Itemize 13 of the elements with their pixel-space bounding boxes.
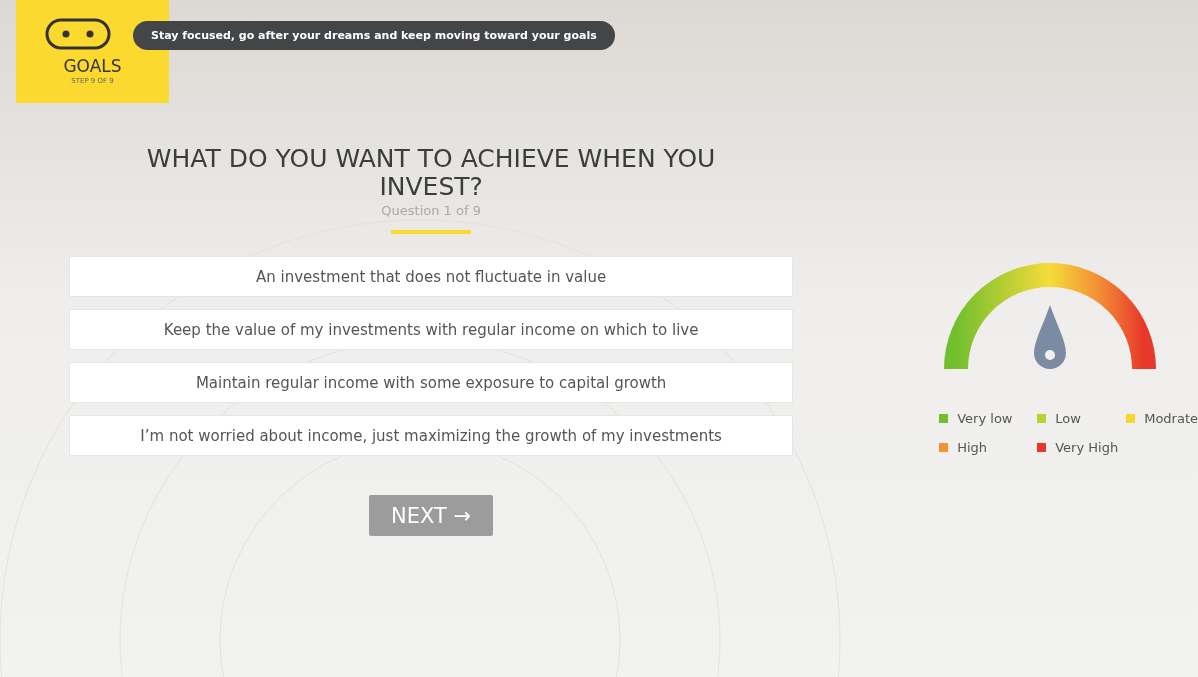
answer-option[interactable]: Keep the value of my investments with regular income on which to live [69,309,794,350]
legend-label: Low [1055,411,1081,426]
step-title: GOALS [63,58,122,75]
legend-label: Very High [1055,440,1119,455]
tip-bubble: Stay focused, go after your dreams and keep moving toward your goals [133,21,615,50]
answer-option[interactable]: An investment that does not fluctuate in value [69,256,794,297]
question-counter: Question 1 of 9 [381,203,481,218]
answer-option[interactable]: I’m not worried about income, just maximizing the growth of my investments [69,415,794,456]
legend-label: Very low [957,411,1013,426]
legend-label: High [957,440,988,455]
question-title: WHAT DO YOU WANT TO ACHIEVE WHEN YOU INVEST? [145,145,717,201]
answer-option[interactable]: Maintain regular income with some exposure to capital growth [69,362,794,403]
legend-label: Modrate [1144,411,1198,426]
